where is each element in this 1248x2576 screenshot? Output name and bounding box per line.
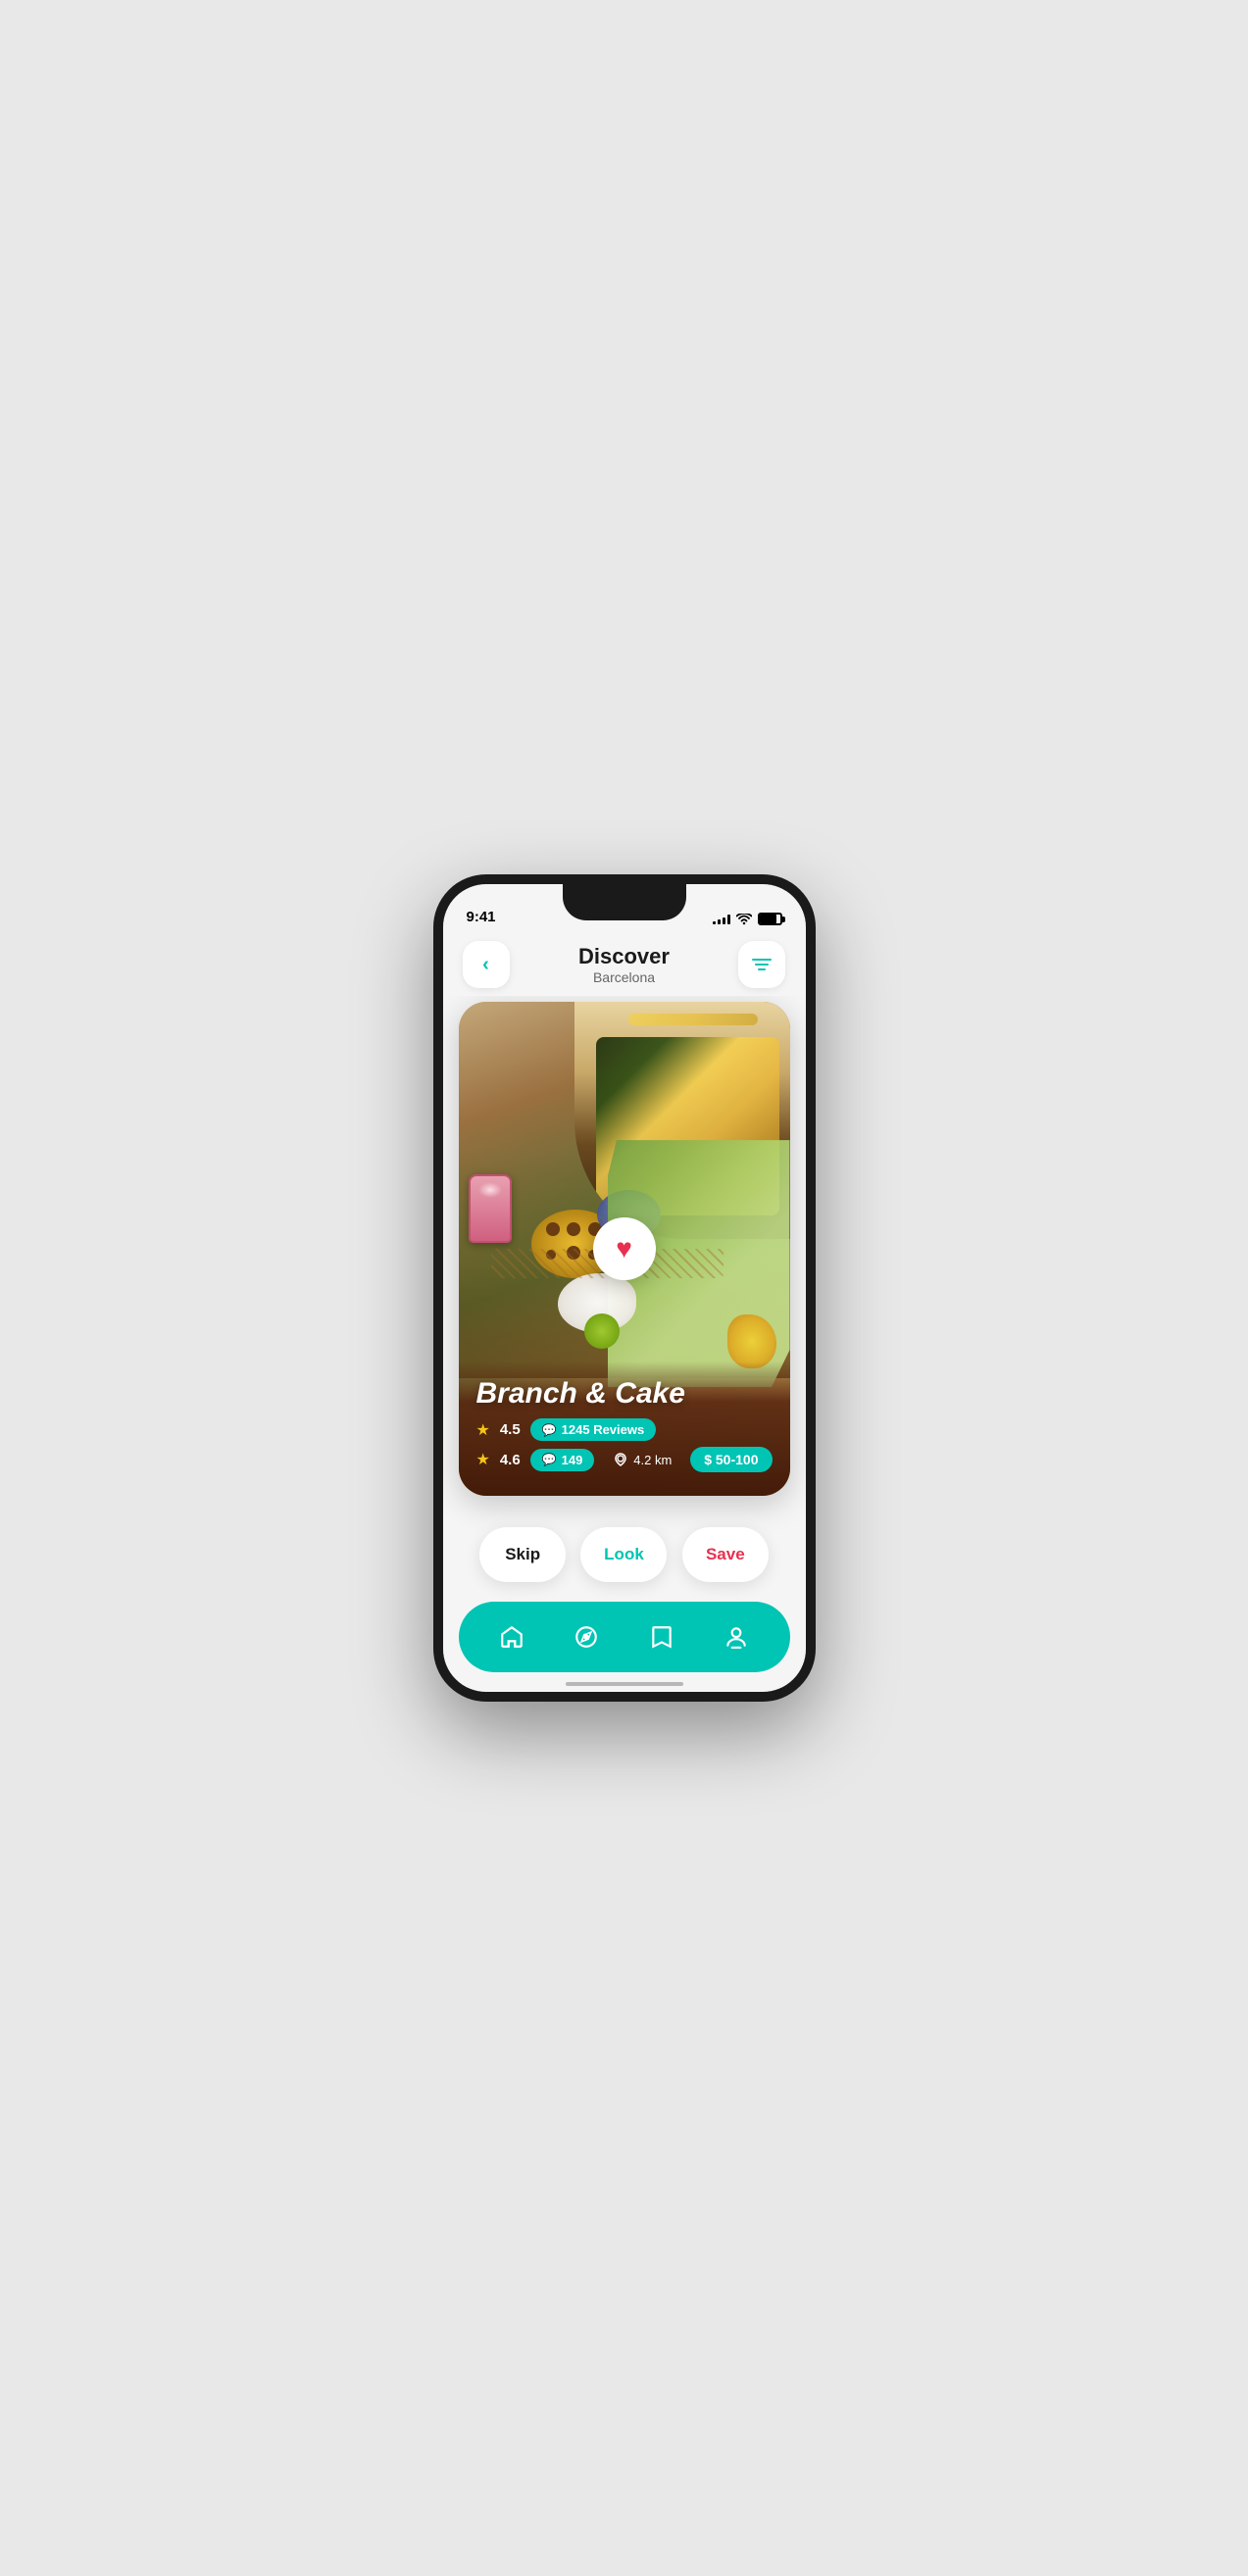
wifi-icon	[736, 914, 752, 925]
skip-button[interactable]: Skip	[479, 1527, 566, 1582]
back-button[interactable]: ‹	[463, 941, 510, 988]
discover-title: Discover	[578, 944, 670, 969]
profile-icon	[724, 1624, 749, 1650]
price-badge: $ 50-100	[690, 1447, 772, 1472]
restaurant-name: Branch & Cake	[476, 1377, 773, 1411]
skip-label: Skip	[505, 1545, 540, 1564]
action-buttons: Skip Look Save	[443, 1527, 806, 1582]
bookmark-icon	[649, 1624, 674, 1650]
reviews-badge-2: 💬 149	[530, 1449, 595, 1471]
chat-icon-2: 💬	[542, 1453, 557, 1466]
reviews-badge-1: 💬 1245 Reviews	[530, 1418, 657, 1441]
favorite-button[interactable]: ♥	[593, 1217, 656, 1280]
nav-discover[interactable]	[562, 1612, 611, 1661]
distance-value: 4.2 km	[633, 1453, 672, 1467]
star-icon-2: ★	[476, 1450, 490, 1469]
status-icons	[713, 913, 782, 925]
save-button[interactable]: Save	[682, 1527, 769, 1582]
heart-icon: ♥	[616, 1235, 632, 1263]
nav-home[interactable]	[487, 1612, 536, 1661]
bottom-navigation	[459, 1602, 790, 1672]
nav-saved[interactable]	[637, 1612, 686, 1661]
look-button[interactable]: Look	[580, 1527, 667, 1582]
city-subtitle: Barcelona	[578, 969, 670, 985]
filter-button[interactable]	[738, 941, 785, 988]
look-label: Look	[604, 1545, 644, 1564]
nav-profile[interactable]	[712, 1612, 761, 1661]
chat-icon: 💬	[542, 1423, 557, 1437]
rating-1: 4.5	[500, 1421, 521, 1438]
header: ‹ Discover Barcelona	[443, 933, 806, 996]
restaurant-card[interactable]: ♥ Branch & Cake ★ 4.5 💬 1245 Reviews	[459, 1002, 790, 1496]
distance-info: 4.2 km	[613, 1452, 672, 1467]
phone-frame: 9:41	[433, 874, 816, 1702]
rating-2: 4.6	[500, 1452, 521, 1468]
reviews-count-2: 149	[562, 1453, 583, 1467]
location-icon	[613, 1452, 628, 1467]
info-row-2: ★ 4.6 💬 149 4.2 km	[476, 1447, 773, 1472]
save-label: Save	[706, 1545, 745, 1564]
reviews-count-1: 1245 Reviews	[562, 1422, 645, 1437]
status-time: 9:41	[467, 909, 496, 925]
signal-icon	[713, 915, 730, 924]
phone-screen: 9:41	[443, 884, 806, 1692]
notch	[563, 884, 686, 920]
star-icon-1: ★	[476, 1420, 490, 1440]
card-overlay: Branch & Cake ★ 4.5 💬 1245 Reviews ★ 4.6	[459, 1362, 790, 1496]
header-title: Discover Barcelona	[578, 944, 670, 985]
home-indicator	[566, 1682, 683, 1686]
home-icon	[499, 1624, 524, 1650]
card-image: ♥ Branch & Cake ★ 4.5 💬 1245 Reviews	[459, 1002, 790, 1496]
compass-icon	[574, 1624, 599, 1650]
info-row-1: ★ 4.5 💬 1245 Reviews	[476, 1418, 773, 1441]
filter-icon	[751, 956, 773, 973]
back-arrow-icon: ‹	[482, 954, 489, 976]
battery-icon	[758, 913, 782, 925]
